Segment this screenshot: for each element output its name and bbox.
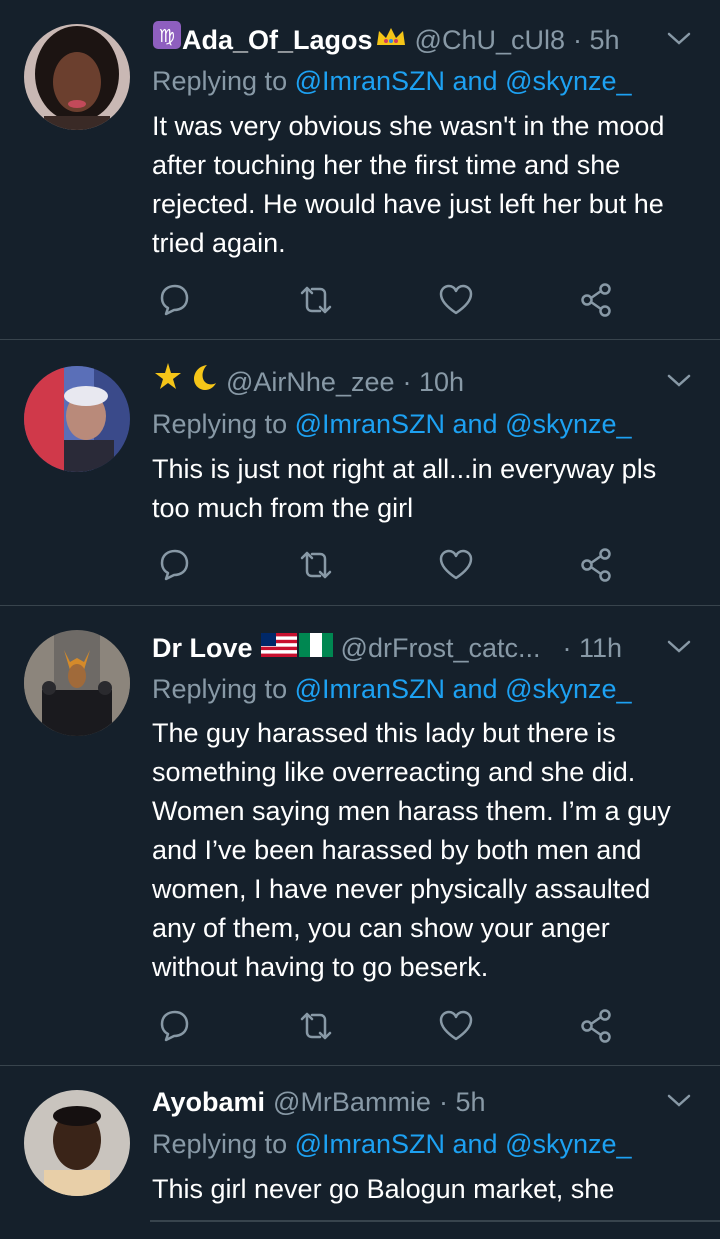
heart-icon [439,1010,473,1041]
timestamp[interactable]: · 11h [563,628,623,668]
avatar[interactable] [24,1090,130,1196]
handle[interactable]: @AirNhe_zee [226,362,395,402]
display-name[interactable]: Dr Love [152,628,253,668]
chevron-down-icon[interactable] [666,634,692,660]
reply-button[interactable] [154,1006,194,1046]
reply-button[interactable] [154,280,194,320]
reply-icon [160,284,189,316]
reply-button[interactable] [154,545,194,585]
reply-mentions[interactable]: @ImranSZN and @skynze_ [295,409,632,439]
share-icon [581,283,611,317]
like-button[interactable] [436,280,476,320]
nigeria-flag-emoji-icon [298,628,333,668]
replying-to: Replying to @ImranSZN and @skynze_ [152,1125,632,1163]
handle[interactable]: @MrBammie [273,1082,431,1122]
tweet-text: This girl never go Balogun market, she [152,1174,615,1204]
handle[interactable]: @drFrost_catc... [341,628,541,668]
replying-to: Replying to @ImranSZN and @skynze_ [152,62,632,100]
chevron-down-icon[interactable] [666,26,692,52]
retweet-icon [300,551,332,579]
tweet-1[interactable]: ♍ Ada_Of_Lagos @ChU_cUl8 · 5h Replying t… [0,0,720,340]
avatar[interactable] [24,24,130,130]
display-name[interactable]: Ayobami [152,1082,265,1122]
retweet-icon [300,286,332,314]
timestamp[interactable]: · 5h [439,1082,486,1122]
virgo-emoji-icon: ♍ [152,20,182,60]
heart-icon [439,284,473,315]
replying-to: Replying to @ImranSZN and @skynze_ [152,405,632,443]
tweet-actions [152,280,632,320]
like-button[interactable] [436,1006,476,1046]
tweet-3[interactable]: Dr Love @drFrost_catc... · 11h Replying … [0,606,720,1066]
share-button[interactable] [576,545,616,585]
replying-to: Replying to @ImranSZN and @skynze_ [152,670,632,708]
reply-icon [160,549,189,581]
reply-mentions[interactable]: @ImranSZN and @skynze_ [295,674,632,704]
reply-icon [160,1010,189,1042]
share-icon [581,1009,611,1043]
share-icon [581,548,611,582]
retweet-button[interactable] [296,1006,336,1046]
tweet-4[interactable]: Ayobami @MrBammie · 5h Replying to @Imra… [0,1066,720,1239]
heart-icon [439,549,473,580]
chevron-down-icon[interactable] [666,1088,692,1114]
share-button[interactable] [576,280,616,320]
tweet-actions [152,545,632,585]
timestamp[interactable]: · 10h [403,362,465,402]
us-flag-emoji-icon [260,628,297,668]
tweet-text: The guy harassed this lady but there is … [152,718,671,982]
avatar[interactable] [24,366,130,472]
retweet-icon [300,1012,332,1040]
tweet-2[interactable]: @AirNhe_zee · 10h Replying to @ImranSZN … [0,340,720,606]
reply-mentions[interactable]: @ImranSZN and @skynze_ [295,1129,632,1159]
tweet-text: It was very obvious she wasn't in the mo… [152,111,665,258]
replying-to-label: Replying to [152,674,295,704]
tweet-header: ♍ Ada_Of_Lagos @ChU_cUl8 · 5h [152,20,660,60]
handle[interactable]: @ChU_cUl8 [415,20,565,60]
tweet-text: This is just not right at all...in every… [152,454,657,523]
replying-to-label: Replying to [152,409,295,439]
chevron-down-icon[interactable] [666,368,692,394]
moon-emoji-icon [188,362,218,402]
divider [150,1220,720,1222]
avatar[interactable] [24,630,130,736]
timestamp[interactable]: · 5h [573,20,620,60]
crown-emoji-icon [375,20,407,60]
tweet-actions [152,1006,632,1046]
share-button[interactable] [576,1006,616,1046]
star-emoji-icon [152,362,184,402]
svg-text:♍: ♍ [159,26,175,47]
tweet-header: Ayobami @MrBammie · 5h [152,1082,660,1122]
tweet-header: Dr Love @drFrost_catc... · 11h [152,628,660,668]
tweet-header: @AirNhe_zee · 10h [152,362,660,402]
display-name[interactable]: Ada_Of_Lagos [182,20,373,60]
like-button[interactable] [436,545,476,585]
retweet-button[interactable] [296,545,336,585]
reply-mentions[interactable]: @ImranSZN and @skynze_ [295,66,632,96]
replying-to-label: Replying to [152,1129,295,1159]
retweet-button[interactable] [296,280,336,320]
replying-to-label: Replying to [152,66,295,96]
